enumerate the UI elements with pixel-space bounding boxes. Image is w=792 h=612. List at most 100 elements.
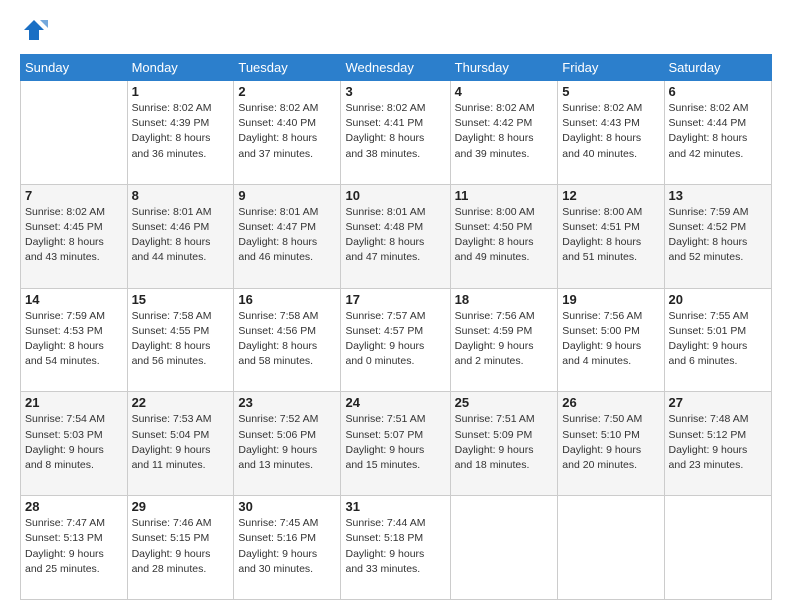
day-number: 2 xyxy=(238,84,336,99)
calendar-cell: 27Sunrise: 7:48 AM Sunset: 5:12 PM Dayli… xyxy=(664,392,771,496)
day-number: 7 xyxy=(25,188,123,203)
day-number: 18 xyxy=(455,292,554,307)
day-number: 14 xyxy=(25,292,123,307)
day-number: 26 xyxy=(562,395,659,410)
calendar-cell: 31 Sunrise: 7:44 AM Sunset: 5:18 PM Dayli… xyxy=(341,496,450,600)
day-info: Sunrise: 7:54 AM Sunset: 5:03 PM Dayligh… xyxy=(25,412,123,473)
calendar-cell: 24 Sunrise: 7:51 AM Sunset: 5:07 PM Dayli… xyxy=(341,392,450,496)
calendar-cell: 6 Sunrise: 8:02 AM Sunset: 4:44 PM Daylig… xyxy=(664,81,771,185)
day-info: Sunrise: 8:01 AM Sunset: 4:47 PM Dayligh… xyxy=(238,205,336,266)
calendar-cell xyxy=(558,496,664,600)
calendar-cell: 13 Sunrise: 7:59 AM Sunset: 4:52 PM Dayli… xyxy=(664,184,771,288)
day-info: Sunrise: 7:57 AM Sunset: 4:57 PM Dayligh… xyxy=(345,309,445,370)
calendar-cell: 28Sunrise: 7:47 AM Sunset: 5:13 PM Dayli… xyxy=(21,496,128,600)
calendar-cell: 11 Sunrise: 8:00 AM Sunset: 4:50 PM Dayli… xyxy=(450,184,558,288)
day-info: Sunrise: 7:59 AM Sunset: 4:53 PM Dayligh… xyxy=(25,309,123,370)
calendar-cell: 19Sunrise: 7:56 AM Sunset: 5:00 PM Dayli… xyxy=(558,288,664,392)
day-number: 6 xyxy=(669,84,767,99)
calendar-cell xyxy=(450,496,558,600)
calendar-cell: 10 Sunrise: 8:01 AM Sunset: 4:48 PM Dayli… xyxy=(341,184,450,288)
header xyxy=(20,16,772,44)
day-info: Sunrise: 8:02 AM Sunset: 4:44 PM Dayligh… xyxy=(669,101,767,162)
calendar-cell: 23 Sunrise: 7:52 AM Sunset: 5:06 PM Dayli… xyxy=(234,392,341,496)
day-info: Sunrise: 7:56 AM Sunset: 5:00 PM Dayligh… xyxy=(562,309,659,370)
calendar-cell: 12 Sunrise: 8:00 AM Sunset: 4:51 PM Dayli… xyxy=(558,184,664,288)
day-number: 22 xyxy=(132,395,230,410)
calendar-cell: 15Sunrise: 7:58 AM Sunset: 4:55 PM Dayli… xyxy=(127,288,234,392)
calendar-week-3: 14 Sunrise: 7:59 AM Sunset: 4:53 PM Dayli… xyxy=(21,288,772,392)
calendar-header-monday: Monday xyxy=(127,55,234,81)
day-info: Sunrise: 8:01 AM Sunset: 4:48 PM Dayligh… xyxy=(345,205,445,266)
day-number: 17 xyxy=(345,292,445,307)
day-info: Sunrise: 7:48 AM Sunset: 5:12 PM Dayligh… xyxy=(669,412,767,473)
day-info: Sunrise: 8:02 AM Sunset: 4:40 PM Dayligh… xyxy=(238,101,336,162)
day-info: Sunrise: 7:50 AM Sunset: 5:10 PM Dayligh… xyxy=(562,412,659,473)
day-info: Sunrise: 8:02 AM Sunset: 4:39 PM Dayligh… xyxy=(132,101,230,162)
calendar-cell: 2 Sunrise: 8:02 AM Sunset: 4:40 PM Daylig… xyxy=(234,81,341,185)
day-info: Sunrise: 8:02 AM Sunset: 4:42 PM Dayligh… xyxy=(455,101,554,162)
page: SundayMondayTuesdayWednesdayThursdayFrid… xyxy=(0,0,792,612)
day-number: 15 xyxy=(132,292,230,307)
calendar-week-1: 1 Sunrise: 8:02 AM Sunset: 4:39 PM Daylig… xyxy=(21,81,772,185)
day-info: Sunrise: 8:00 AM Sunset: 4:51 PM Dayligh… xyxy=(562,205,659,266)
day-info: Sunrise: 7:44 AM Sunset: 5:18 PM Dayligh… xyxy=(345,516,445,577)
calendar-week-4: 21 Sunrise: 7:54 AM Sunset: 5:03 PM Dayli… xyxy=(21,392,772,496)
calendar-cell: 30 Sunrise: 7:45 AM Sunset: 5:16 PM Dayli… xyxy=(234,496,341,600)
calendar-cell: 3Sunrise: 8:02 AM Sunset: 4:41 PM Daylig… xyxy=(341,81,450,185)
calendar-cell: 29 Sunrise: 7:46 AM Sunset: 5:15 PM Dayli… xyxy=(127,496,234,600)
calendar-cell: 25Sunrise: 7:51 AM Sunset: 5:09 PM Dayli… xyxy=(450,392,558,496)
calendar-cell: 8Sunrise: 8:01 AM Sunset: 4:46 PM Daylig… xyxy=(127,184,234,288)
calendar-cell: 4 Sunrise: 8:02 AM Sunset: 4:42 PM Daylig… xyxy=(450,81,558,185)
calendar-cell: 20 Sunrise: 7:55 AM Sunset: 5:01 PM Dayli… xyxy=(664,288,771,392)
calendar-week-2: 7 Sunrise: 8:02 AM Sunset: 4:45 PM Daylig… xyxy=(21,184,772,288)
day-number: 5 xyxy=(562,84,659,99)
day-number: 23 xyxy=(238,395,336,410)
day-number: 29 xyxy=(132,499,230,514)
day-info: Sunrise: 7:53 AM Sunset: 5:04 PM Dayligh… xyxy=(132,412,230,473)
calendar-cell xyxy=(664,496,771,600)
calendar: SundayMondayTuesdayWednesdayThursdayFrid… xyxy=(20,54,772,600)
calendar-header-tuesday: Tuesday xyxy=(234,55,341,81)
day-number: 1 xyxy=(132,84,230,99)
day-info: Sunrise: 8:02 AM Sunset: 4:43 PM Dayligh… xyxy=(562,101,659,162)
calendar-cell: 5 Sunrise: 8:02 AM Sunset: 4:43 PM Daylig… xyxy=(558,81,664,185)
day-number: 31 xyxy=(345,499,445,514)
day-number: 13 xyxy=(669,188,767,203)
day-number: 11 xyxy=(455,188,554,203)
calendar-cell: 16 Sunrise: 7:58 AM Sunset: 4:56 PM Dayli… xyxy=(234,288,341,392)
day-info: Sunrise: 8:02 AM Sunset: 4:41 PM Dayligh… xyxy=(345,101,445,162)
calendar-header-sunday: Sunday xyxy=(21,55,128,81)
logo xyxy=(20,16,52,44)
day-info: Sunrise: 7:58 AM Sunset: 4:56 PM Dayligh… xyxy=(238,309,336,370)
day-number: 21 xyxy=(25,395,123,410)
calendar-cell xyxy=(21,81,128,185)
calendar-cell: 26 Sunrise: 7:50 AM Sunset: 5:10 PM Dayli… xyxy=(558,392,664,496)
day-info: Sunrise: 8:00 AM Sunset: 4:50 PM Dayligh… xyxy=(455,205,554,266)
calendar-cell: 1 Sunrise: 8:02 AM Sunset: 4:39 PM Daylig… xyxy=(127,81,234,185)
calendar-header-thursday: Thursday xyxy=(450,55,558,81)
day-info: Sunrise: 7:56 AM Sunset: 4:59 PM Dayligh… xyxy=(455,309,554,370)
day-number: 24 xyxy=(345,395,445,410)
calendar-header-saturday: Saturday xyxy=(664,55,771,81)
calendar-cell: 17 Sunrise: 7:57 AM Sunset: 4:57 PM Dayli… xyxy=(341,288,450,392)
calendar-cell: 21 Sunrise: 7:54 AM Sunset: 5:03 PM Dayli… xyxy=(21,392,128,496)
day-number: 20 xyxy=(669,292,767,307)
day-info: Sunrise: 8:02 AM Sunset: 4:45 PM Dayligh… xyxy=(25,205,123,266)
calendar-cell: 22 Sunrise: 7:53 AM Sunset: 5:04 PM Dayli… xyxy=(127,392,234,496)
day-number: 10 xyxy=(345,188,445,203)
day-number: 4 xyxy=(455,84,554,99)
logo-icon xyxy=(20,16,48,44)
day-number: 9 xyxy=(238,188,336,203)
day-info: Sunrise: 7:51 AM Sunset: 5:07 PM Dayligh… xyxy=(345,412,445,473)
day-info: Sunrise: 7:59 AM Sunset: 4:52 PM Dayligh… xyxy=(669,205,767,266)
day-info: Sunrise: 7:52 AM Sunset: 5:06 PM Dayligh… xyxy=(238,412,336,473)
day-number: 25 xyxy=(455,395,554,410)
day-number: 28 xyxy=(25,499,123,514)
day-number: 8 xyxy=(132,188,230,203)
day-number: 30 xyxy=(238,499,336,514)
day-number: 16 xyxy=(238,292,336,307)
day-info: Sunrise: 7:45 AM Sunset: 5:16 PM Dayligh… xyxy=(238,516,336,577)
day-info: Sunrise: 7:46 AM Sunset: 5:15 PM Dayligh… xyxy=(132,516,230,577)
day-number: 12 xyxy=(562,188,659,203)
day-info: Sunrise: 7:55 AM Sunset: 5:01 PM Dayligh… xyxy=(669,309,767,370)
